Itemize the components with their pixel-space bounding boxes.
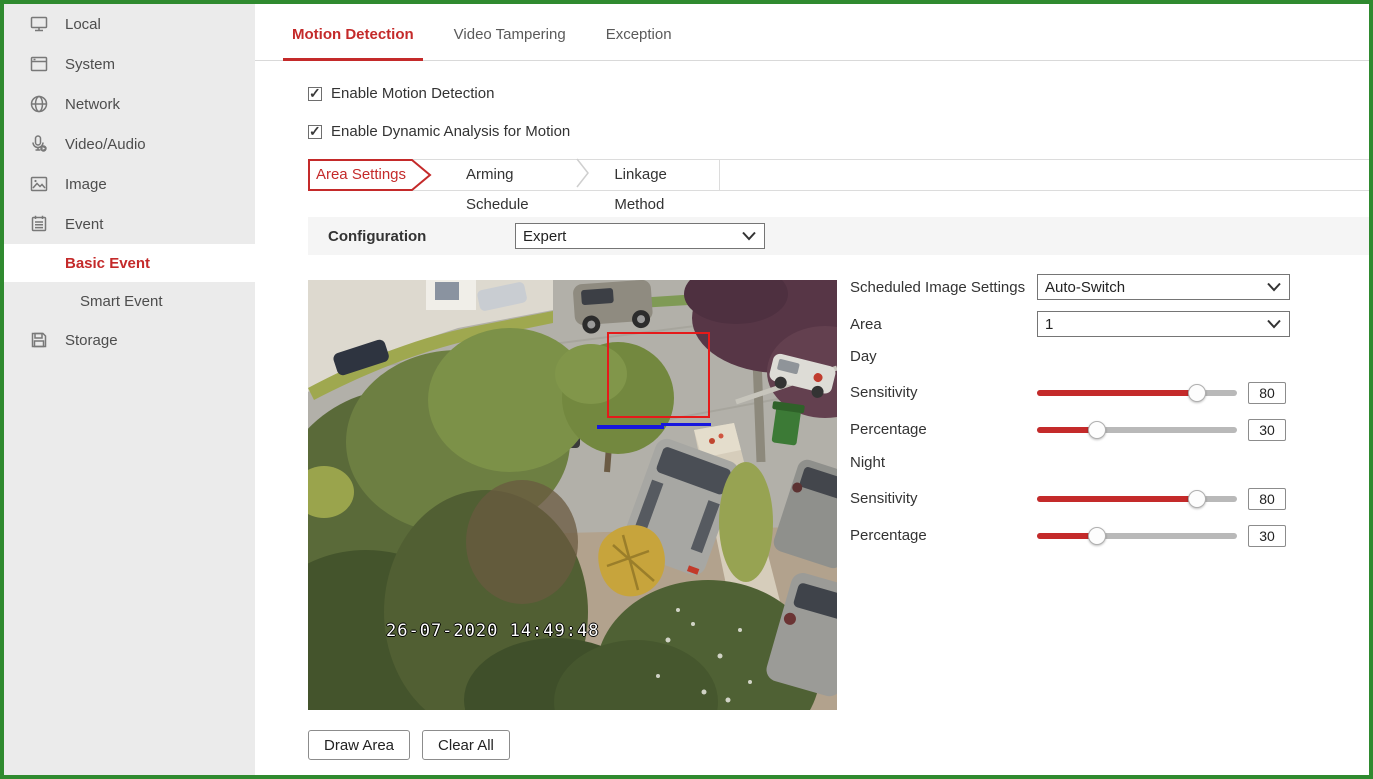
content-row: 26-07-2020 14:49:48 Scheduled Image Sett… (308, 280, 1369, 710)
night-percentage-input[interactable] (1248, 525, 1286, 547)
clear-all-button[interactable]: Clear All (422, 730, 510, 760)
sidebar-item-basic-event[interactable]: Basic Event (4, 244, 255, 282)
configuration-label: Configuration (328, 228, 515, 245)
osd-timestamp: 26-07-2020 14:49:48 (386, 621, 599, 641)
area-value: 1 (1045, 316, 1053, 333)
tab-video-tampering[interactable]: Video Tampering (445, 8, 575, 61)
night-percentage-label: Percentage (850, 527, 1037, 544)
scheduled-image-settings-row: Scheduled Image Settings Auto-Switch (850, 274, 1369, 300)
settings-panel: Scheduled Image Settings Auto-Switch Are… (850, 274, 1369, 710)
enable-dynamic-analysis-checkbox[interactable] (308, 125, 322, 139)
sidebar-item-label: Video/Audio (65, 136, 146, 153)
area-label: Area (850, 316, 1037, 333)
night-sensitivity-row: Sensitivity (850, 486, 1369, 511)
motion-grid-line (597, 425, 664, 429)
button-row: Draw Area Clear All (308, 730, 1369, 760)
checkbox-label: Enable Dynamic Analysis for Motion (331, 123, 570, 140)
sidebar-item-label: Image (65, 176, 107, 193)
sidebar-item-label: System (65, 56, 115, 73)
night-percentage-slider[interactable] (1037, 527, 1237, 545)
sidebar-item-label: Local (65, 16, 101, 33)
day-sensitivity-slider[interactable] (1037, 384, 1237, 402)
subtab-arming-schedule[interactable]: Arming Schedule (442, 160, 576, 190)
motion-grid-line (661, 423, 711, 426)
day-percentage-input[interactable] (1248, 419, 1286, 441)
chevron-down-icon (741, 231, 757, 241)
draw-area-button[interactable]: Draw Area (308, 730, 410, 760)
area-row: Area 1 (850, 311, 1369, 337)
subtab-separator-icon (576, 158, 590, 193)
chevron-down-icon (1266, 319, 1282, 329)
sidebar-item-label: Network (65, 96, 120, 113)
subtab-area-settings[interactable]: Area Settings (308, 159, 432, 191)
tab-bar: Motion Detection Video Tampering Excepti… (255, 4, 1369, 61)
camera-preview[interactable]: 26-07-2020 14:49:48 (308, 280, 837, 710)
enable-dynamic-analysis-row: Enable Dynamic Analysis for Motion (308, 124, 1369, 139)
configuration-band: Configuration Expert (308, 217, 1369, 255)
sidebar-item-label: Basic Event (65, 255, 150, 272)
network-icon (28, 93, 50, 115)
day-sensitivity-row: Sensitivity (850, 380, 1369, 405)
image-icon (28, 173, 50, 195)
day-sensitivity-input[interactable] (1248, 382, 1286, 404)
slider-thumb[interactable] (1188, 490, 1206, 508)
day-sensitivity-label: Sensitivity (850, 384, 1037, 401)
day-percentage-slider[interactable] (1037, 421, 1237, 439)
night-sensitivity-input[interactable] (1248, 488, 1286, 510)
slider-thumb[interactable] (1188, 384, 1206, 402)
chevron-down-icon (1266, 282, 1282, 292)
configuration-value: Expert (523, 228, 566, 245)
day-percentage-row: Percentage (850, 417, 1369, 442)
configuration-select[interactable]: Expert (515, 223, 765, 249)
system-icon (28, 53, 50, 75)
sidebar-item-label: Event (65, 216, 103, 233)
slider-thumb[interactable] (1088, 421, 1106, 439)
event-icon (28, 213, 50, 235)
slider-thumb[interactable] (1088, 527, 1106, 545)
area-select[interactable]: 1 (1037, 311, 1290, 337)
sidebar: Local System Network Video/Audio Image (4, 4, 255, 775)
scheduled-image-settings-select[interactable]: Auto-Switch (1037, 274, 1290, 300)
subtab-bar: Area Settings Arming Schedule Linkage Me… (308, 159, 1369, 191)
night-sensitivity-slider[interactable] (1037, 490, 1237, 508)
day-heading: Day (850, 348, 1369, 366)
sidebar-item-label: Storage (65, 332, 118, 349)
tab-exception[interactable]: Exception (597, 8, 681, 61)
main-panel: Motion Detection Video Tampering Excepti… (255, 4, 1369, 775)
sidebar-item-local[interactable]: Local (4, 4, 255, 44)
sidebar-item-smart-event[interactable]: Smart Event (4, 282, 255, 320)
storage-icon (28, 329, 50, 351)
enable-motion-detection-checkbox[interactable] (308, 87, 322, 101)
night-percentage-row: Percentage (850, 523, 1369, 548)
sidebar-item-label: Smart Event (80, 293, 163, 310)
enable-motion-detection-row: Enable Motion Detection (308, 86, 1369, 101)
sidebar-item-event[interactable]: Event (4, 204, 255, 244)
tab-motion-detection[interactable]: Motion Detection (283, 8, 423, 61)
monitor-icon (28, 13, 50, 35)
night-heading: Night (850, 454, 1369, 472)
sidebar-item-system[interactable]: System (4, 44, 255, 84)
video-audio-icon (28, 133, 50, 155)
subtab-linkage-method[interactable]: Linkage Method (590, 160, 719, 190)
sidebar-item-storage[interactable]: Storage (4, 320, 255, 360)
day-percentage-label: Percentage (850, 421, 1037, 438)
sidebar-item-network[interactable]: Network (4, 84, 255, 124)
sidebar-item-video-audio[interactable]: Video/Audio (4, 124, 255, 164)
camera-scene (308, 280, 837, 710)
scheduled-image-settings-value: Auto-Switch (1045, 279, 1125, 296)
subtab-label: Area Settings (308, 159, 414, 191)
night-sensitivity-label: Sensitivity (850, 490, 1037, 507)
camera-config-window: Local System Network Video/Audio Image (0, 0, 1373, 779)
checkbox-label: Enable Motion Detection (331, 85, 494, 102)
scheduled-image-settings-label: Scheduled Image Settings (850, 279, 1037, 296)
sidebar-item-image[interactable]: Image (4, 164, 255, 204)
